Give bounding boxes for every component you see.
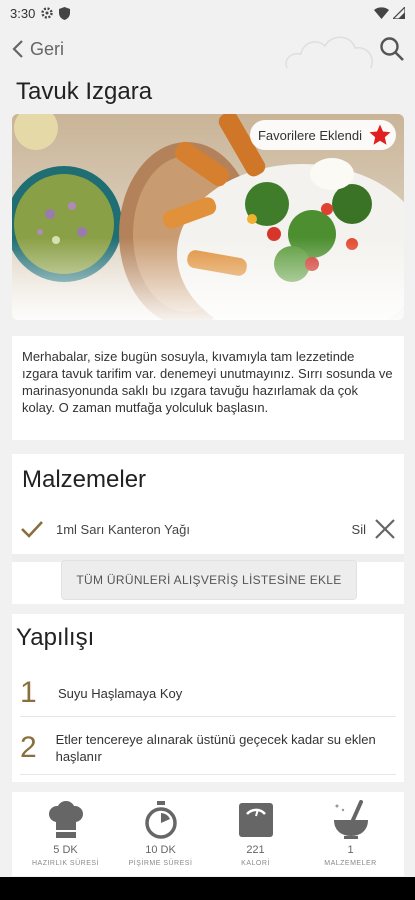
close-icon[interactable] [374, 518, 396, 540]
chevron-left-icon [12, 40, 23, 58]
stat-value: 221 [246, 844, 265, 856]
chef-hat-icon [48, 801, 83, 838]
ingredient-delete-label[interactable]: Sil [352, 522, 366, 537]
recipe-image: Favorilere Eklendi [12, 114, 404, 320]
add-all-to-shopping-list-button[interactable]: TÜM ÜRÜNLERİ ALIŞVERİŞ LİSTESİNE EKLE [61, 560, 357, 600]
stat-prep-time: 5 DK HAZIRLIK SÜRESİ [26, 798, 106, 876]
ingredient-row: 1ml Sarı Kanteron Yağı Sil [20, 514, 396, 544]
search-icon[interactable] [379, 36, 405, 62]
steps-card: Yapılışı 1 Suyu Haşlamaya Koy 2 Etler te… [12, 614, 404, 782]
star-icon [369, 124, 391, 145]
step-text: Suyu Haşlamaya Koy [58, 685, 183, 701]
stat-value: 1 [347, 844, 354, 856]
cloud-icon [285, 36, 373, 69]
shield-icon [59, 6, 71, 20]
recipe-stats: 5 DK HAZIRLIK SÜRESİ 10 DK PİŞİRME SÜRES… [12, 792, 404, 876]
stat-value: 5 DK [53, 844, 78, 856]
stat-label: HAZIRLIK SÜRESİ [31, 860, 99, 867]
recipe-description-card: Merhabalar, size bugün sosuyla, kıvamıyl… [12, 336, 404, 440]
stat-label: MALZEMELER [324, 860, 377, 867]
status-time: 3:30 [10, 5, 36, 21]
stat-cook-time: 10 DK PİŞİRME SÜRESİ [121, 798, 201, 876]
step-number: 2 [20, 731, 37, 764]
back-button[interactable]: Geri [12, 39, 64, 60]
step-text: Etler tencereye alınarak üstünü geçecek … [55, 732, 376, 764]
favorite-badge[interactable]: Favorilere Eklendi [249, 120, 396, 150]
app-bar: Geri [0, 26, 415, 72]
stat-label: PİŞİRME SÜRESİ [128, 860, 193, 867]
status-bar: 3:30 [0, 0, 415, 26]
step-number: 1 [20, 676, 37, 709]
recipe-title: Tavuk Izgara [16, 78, 153, 105]
favorite-label: Favorilere Eklendi [257, 127, 362, 143]
mortar-pestle-icon [333, 800, 368, 839]
checkmark-icon[interactable] [20, 520, 44, 538]
cell-signal-icon [393, 7, 405, 19]
ingredient-name: 1ml Sarı Kanteron Yağı [56, 521, 190, 537]
stat-label: KALORİ [241, 860, 270, 867]
step-item: 1 Suyu Haşlamaya Koy [20, 670, 396, 717]
stopwatch-icon [144, 801, 177, 839]
wifi-icon [374, 7, 389, 19]
back-label: Geri [30, 38, 65, 59]
stat-ingredients: 1 MALZEMELER [311, 798, 391, 876]
scale-icon [238, 803, 273, 837]
ingredients-card: Malzemeler 1ml Sarı Kanteron Yağı Sil TÜ… [12, 454, 404, 604]
step-item: 2 Etler tencereye alınarak üstünü geçece… [20, 722, 396, 775]
stat-calories: 221 KALORİ [216, 798, 296, 876]
settings-icon [41, 7, 54, 19]
recipe-description: Merhabalar, size bugün sosuyla, kıvamıyl… [22, 349, 393, 415]
ingredients-heading: Malzemeler [22, 466, 147, 493]
stat-value: 10 DK [145, 844, 176, 856]
system-navigation-bar [0, 877, 415, 900]
steps-heading: Yapılışı [16, 624, 95, 651]
